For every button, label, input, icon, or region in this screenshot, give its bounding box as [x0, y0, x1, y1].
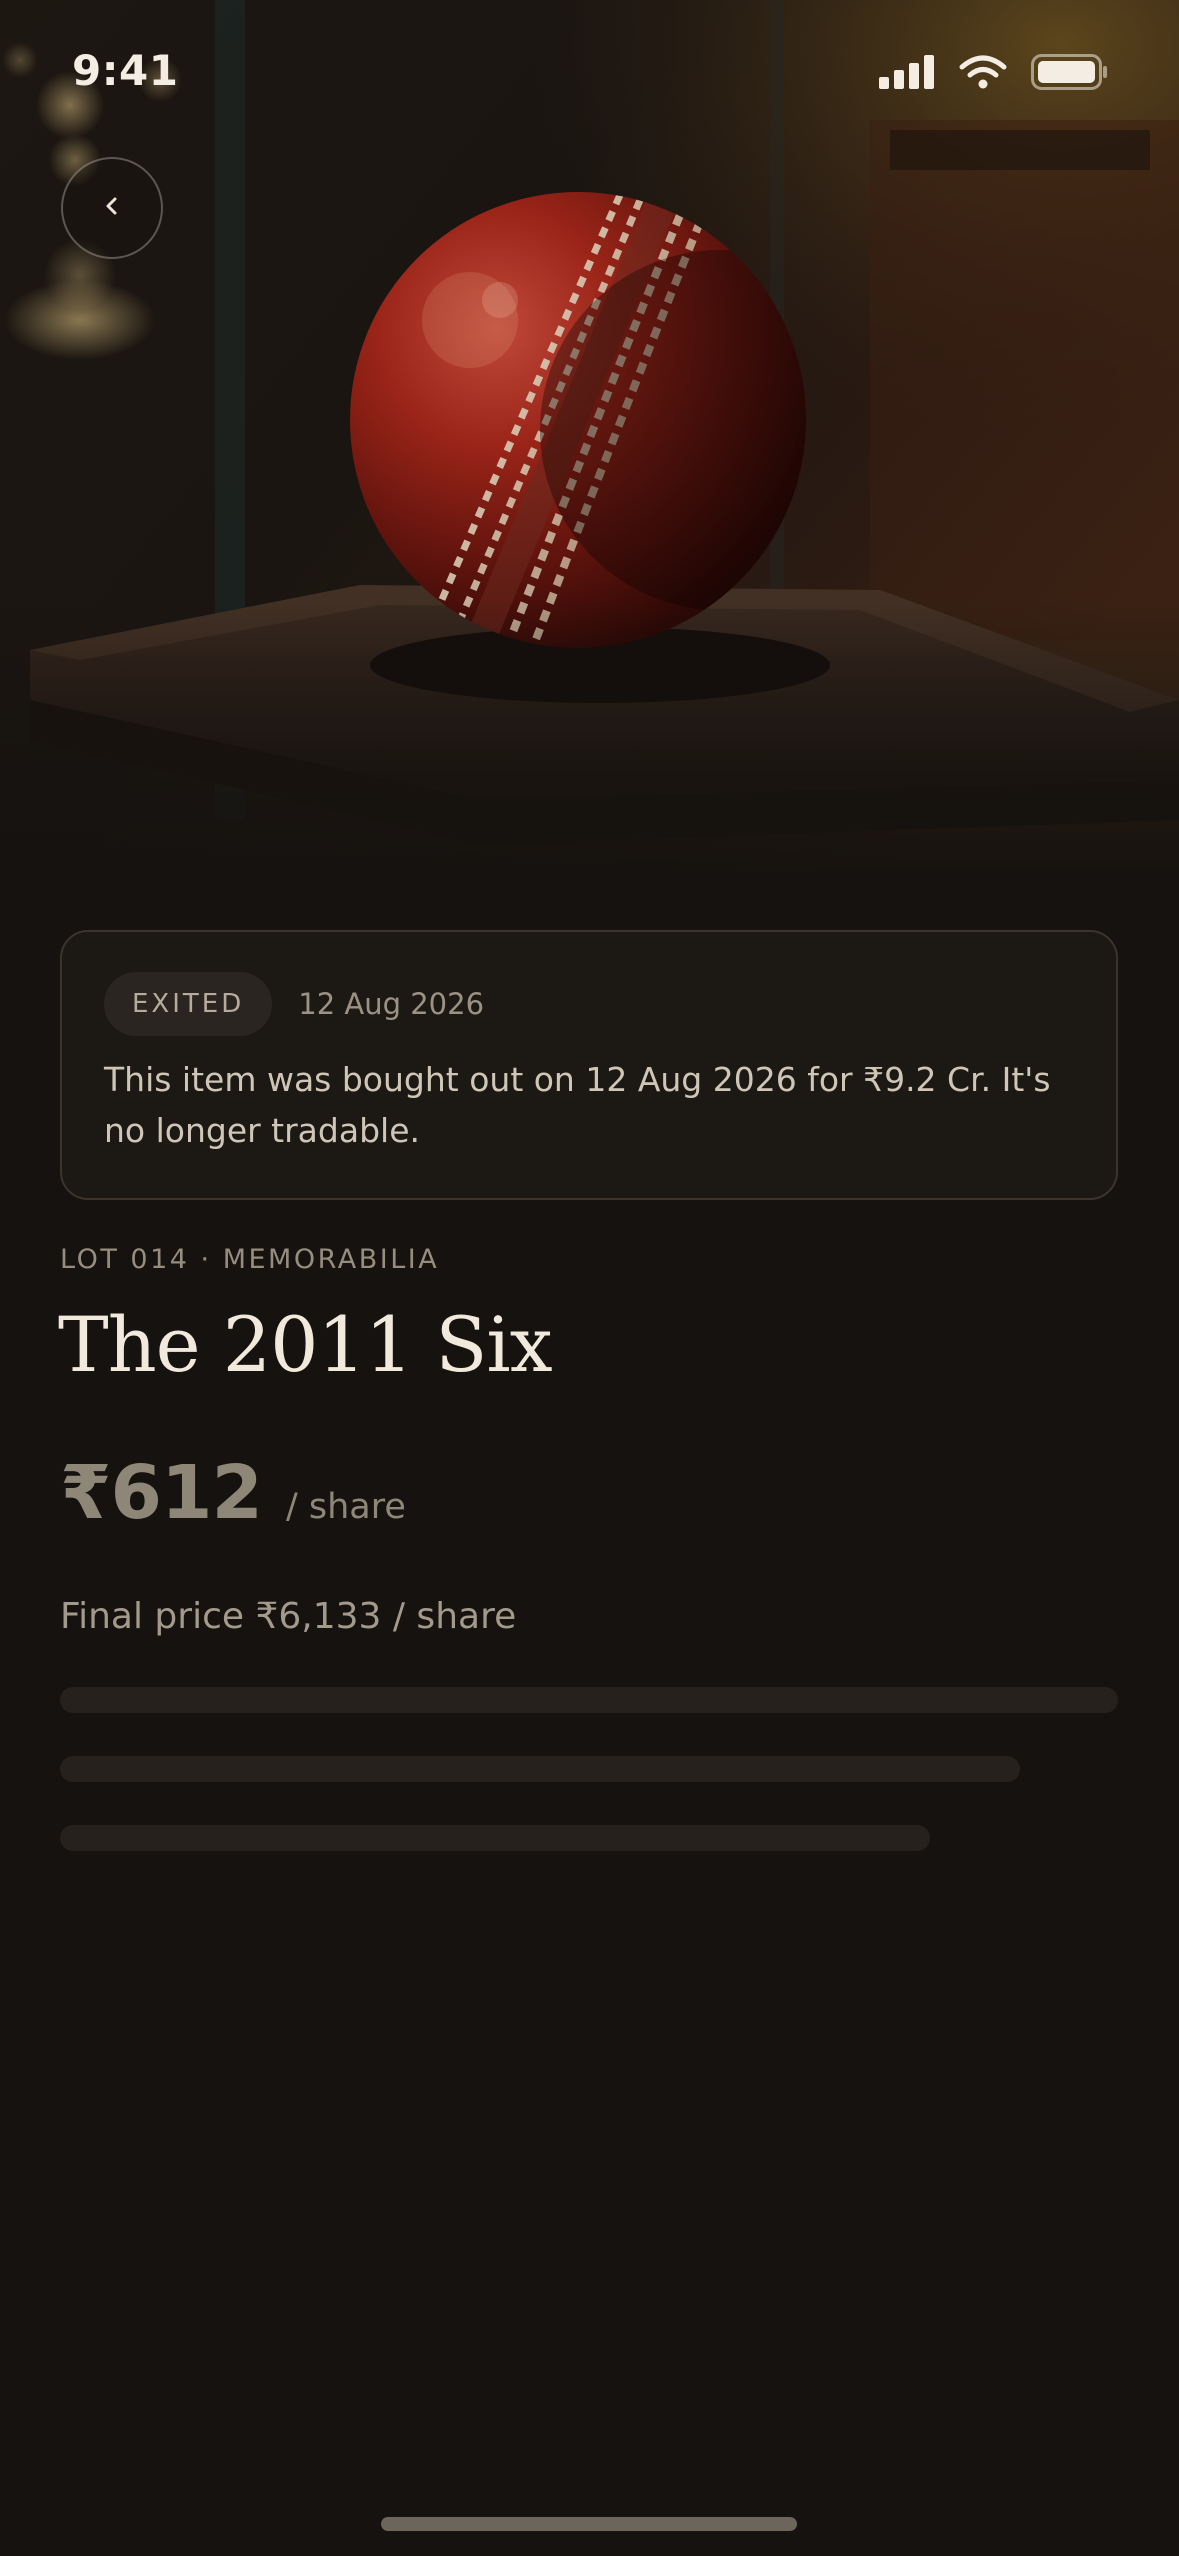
skeleton-line	[60, 1825, 930, 1851]
lot-detail-screen: 9:41 EXITED 12 Aug 2026 This item was bo…	[0, 0, 1179, 2556]
lot-label: LOT 014 · MEMORABILIA	[60, 1244, 440, 1275]
battery-icon	[1031, 53, 1109, 95]
status-time: 9:41	[72, 46, 179, 95]
exit-notice-header: EXITED 12 Aug 2026	[104, 972, 1074, 1036]
back-button[interactable]	[61, 157, 163, 259]
skeleton-line	[60, 1687, 1118, 1713]
skeleton-line	[60, 1756, 1020, 1782]
status-badge: EXITED	[104, 972, 273, 1036]
signal-icon	[879, 54, 935, 94]
chevron-left-icon	[101, 195, 123, 222]
status-icons	[879, 53, 1109, 95]
exit-message: This item was bought out on 12 Aug 2026 …	[104, 1060, 1051, 1150]
home-indicator[interactable]	[381, 2517, 797, 2531]
exit-date: 12 Aug 2026	[298, 987, 485, 1021]
exit-notice-card: EXITED 12 Aug 2026 This item was bought …	[60, 930, 1118, 1200]
price-row: ₹612 / share	[60, 1450, 406, 1536]
wifi-icon	[959, 55, 1007, 94]
price-value: ₹612	[60, 1450, 263, 1536]
price-unit: / share	[285, 1487, 406, 1527]
status-bar: 9:41	[0, 0, 1179, 150]
final-price: Final price ₹6,133 / share	[60, 1596, 517, 1637]
lot-title: The 2011 Six	[58, 1300, 553, 1389]
